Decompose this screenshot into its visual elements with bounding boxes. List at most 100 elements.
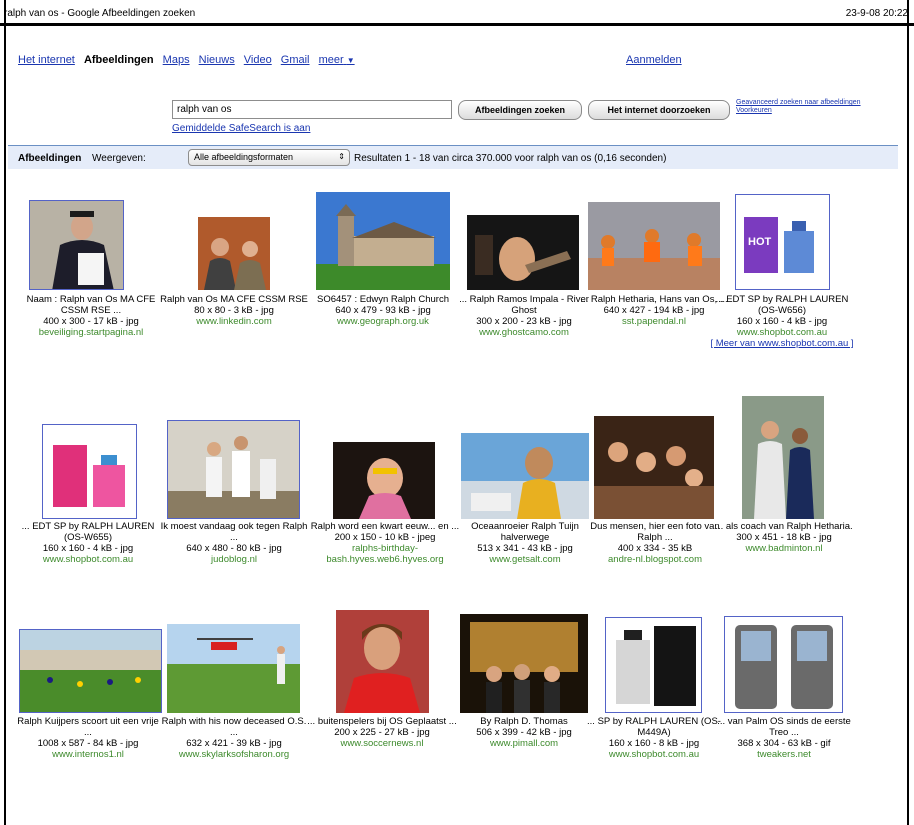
top-nav: Het internet Afbeeldingen Maps Nieuws Vi…	[18, 54, 361, 66]
result-meta: 300 x 451 - 18 kB - jpg	[736, 532, 832, 543]
result-url: www.geograph.org.uk	[337, 316, 429, 327]
result-caption-16: By Ralph D. Thomas 506 x 399 - 42 kB - j…	[449, 716, 599, 749]
palm-phones-photo	[735, 625, 833, 709]
result-title[interactable]: ... buitenspelers bij OS Geplaatst ...	[307, 716, 457, 727]
result-thumbnail-13[interactable]	[19, 629, 162, 713]
night-group-photo	[460, 614, 588, 713]
result-title[interactable]: ... EDT SP by RALPH LAUREN (OS-W656)	[707, 294, 857, 316]
coach-photo	[742, 396, 824, 519]
result-meta: 506 x 399 - 42 kB - jpg	[476, 727, 572, 738]
signin-link[interactable]: Aanmelden	[626, 54, 682, 66]
result-thumbnail-6[interactable]: HOT	[735, 194, 830, 290]
result-title[interactable]: Ralph word een kwart eeuw... en ...	[305, 521, 465, 532]
judo-photo	[168, 421, 299, 518]
result-title[interactable]: ... als coach van Ralph Hetharia.	[709, 521, 859, 532]
more-from-site-link[interactable]: [ Meer van www.shopbot.com.au ]	[707, 338, 857, 349]
result-meta: 160 x 160 - 4 kB - jpg	[42, 543, 134, 554]
result-thumbnail-7[interactable]	[42, 424, 137, 519]
result-thumbnail-10[interactable]	[461, 433, 589, 519]
result-title[interactable]: ... SP by RALPH LAUREN (OS-M449A)	[579, 716, 729, 738]
nav-news-link[interactable]: Nieuws	[199, 54, 235, 66]
two-men-photo	[198, 217, 270, 290]
result-caption-6: ... EDT SP by RALPH LAUREN (OS-W656) 160…	[707, 294, 857, 349]
safesearch-link[interactable]: Gemiddelde SafeSearch is aan	[172, 123, 310, 134]
result-meta: 640 x 480 - 80 kB - jpg	[186, 543, 282, 554]
result-title[interactable]: Ralph with his now deceased O.S. ...	[159, 716, 309, 738]
result-title[interactable]: Naam : Ralph van Os MA CFE CSSM RSE ...	[16, 294, 166, 316]
chevron-down-icon: ▼	[346, 56, 355, 65]
result-caption-9: Ralph word een kwart eeuw... en ... 200 …	[305, 521, 465, 565]
result-url: tweakers.net	[757, 749, 811, 760]
advanced-search-link[interactable]: Geavanceerd zoeken naar afbeeldingen	[736, 99, 861, 107]
result-caption-10: Oceaanroeier Ralph Tuijn halverwege 513 …	[450, 521, 600, 565]
graduate-photo	[30, 201, 123, 289]
result-thumbnail-16[interactable]	[460, 614, 588, 713]
result-caption-7: ... EDT SP by RALPH LAUREN (OS-W655) 160…	[13, 521, 163, 565]
nav-more-label: meer	[318, 54, 344, 66]
result-caption-11: Dus mensen, hier een foto van Ralph ... …	[580, 521, 730, 565]
result-thumbnail-2[interactable]	[198, 217, 270, 290]
result-thumbnail-9[interactable]	[333, 442, 435, 519]
result-url: www.skylarksofsharon.org	[178, 749, 290, 760]
result-title[interactable]: Ik moest vandaag ook tegen Ralph ...	[159, 521, 309, 543]
result-thumbnail-15[interactable]	[336, 610, 429, 713]
preferences-link[interactable]: Voorkeuren	[736, 107, 861, 115]
nav-web-link[interactable]: Het internet	[18, 54, 75, 66]
result-caption-15: ... buitenspelers bij OS Geplaatst ... 2…	[307, 716, 457, 749]
result-thumbnail-18[interactable]	[724, 616, 843, 713]
result-url: www.linkedin.com	[196, 316, 272, 327]
result-thumbnail-14[interactable]	[167, 624, 300, 713]
nav-video-link[interactable]: Video	[244, 54, 272, 66]
format-select[interactable]: Alle afbeeldingsformaten ⇕	[188, 149, 350, 166]
result-thumbnail-3[interactable]	[316, 192, 450, 290]
result-url: ralphs-birthday-bash.hyves.web6.hyves.or…	[326, 543, 444, 565]
result-title[interactable]: ... Ralph Ramos Impala - River Ghost	[449, 294, 599, 316]
nav-maps-link[interactable]: Maps	[163, 54, 190, 66]
result-title[interactable]: SO6457 : Edwyn Ralph Church	[308, 294, 458, 305]
helicopter-field-photo	[167, 624, 300, 713]
result-meta: 200 x 225 - 27 kB - jpg	[334, 727, 430, 738]
result-thumbnail-17[interactable]	[605, 617, 702, 713]
result-thumbnail-4[interactable]	[467, 215, 579, 290]
result-thumbnail-12[interactable]	[742, 396, 824, 519]
result-title[interactable]: Ralph Kuijpers scoort uit een vrije ...	[13, 716, 163, 738]
nav-more-link[interactable]: meer ▼	[319, 54, 355, 66]
updown-arrow-icon: ⇕	[338, 152, 345, 161]
window-title: ralph van os - Google Afbeeldingen zoeke…	[4, 8, 196, 19]
result-thumbnail-5[interactable]	[588, 202, 720, 290]
search-input[interactable]: ralph van os	[172, 100, 452, 119]
result-caption-14: Ralph with his now deceased O.S. ... 632…	[159, 716, 309, 760]
result-url: www.shopbot.com.au	[608, 749, 700, 760]
result-title[interactable]: Oceaanroeier Ralph Tuijn halverwege	[450, 521, 600, 543]
result-caption-1: Naam : Ralph van Os MA CFE CSSM RSE ... …	[16, 294, 166, 338]
result-meta: 400 x 334 - 35 kB	[617, 543, 693, 554]
search-images-button[interactable]: Afbeeldingen zoeken	[458, 100, 582, 120]
result-caption-17: ... SP by RALPH LAUREN (OS-M449A) 160 x …	[579, 716, 729, 760]
portrait-photo	[336, 610, 429, 713]
result-meta: 368 x 304 - 63 kB - gif	[737, 738, 831, 749]
result-thumbnail-8[interactable]	[167, 420, 300, 519]
result-meta: 513 x 341 - 43 kB - jpg	[477, 543, 573, 554]
format-select-value: Alle afbeeldingsformaten	[194, 152, 294, 162]
search-web-button[interactable]: Het internet doorzoeken	[588, 100, 730, 120]
result-thumbnail-11[interactable]	[594, 416, 714, 519]
result-title[interactable]: ... van Palm OS sinds de eerste Treo ...	[709, 716, 859, 738]
svg-text:HOT: HOT	[748, 236, 772, 248]
result-caption-13: Ralph Kuijpers scoort uit een vrije ... …	[13, 716, 163, 760]
result-thumbnail-1[interactable]	[29, 200, 124, 290]
result-meta: 80 x 80 - 3 kB - jpg	[194, 305, 274, 316]
nav-gmail-link[interactable]: Gmail	[281, 54, 310, 66]
show-label: Weergeven:	[92, 153, 146, 164]
result-title[interactable]: By Ralph D. Thomas	[449, 716, 599, 727]
result-caption-18: ... van Palm OS sinds de eerste Treo ...…	[709, 716, 859, 760]
result-url: judoblog.nl	[211, 554, 257, 565]
window-titlebar: ralph van os - Google Afbeeldingen zoeke…	[0, 0, 914, 26]
party-photo	[333, 442, 435, 519]
church-photo	[316, 192, 450, 290]
result-meta: 300 x 200 - 23 kB - jpg	[476, 316, 572, 327]
result-title[interactable]: Dus mensen, hier een foto van Ralph ...	[580, 521, 730, 543]
result-url: www.shopbot.com.au	[736, 327, 828, 338]
group-photo	[594, 416, 714, 519]
result-title[interactable]: Ralph van Os MA CFE CSSM RSE	[159, 294, 309, 305]
result-title[interactable]: ... EDT SP by RALPH LAUREN (OS-W655)	[13, 521, 163, 543]
